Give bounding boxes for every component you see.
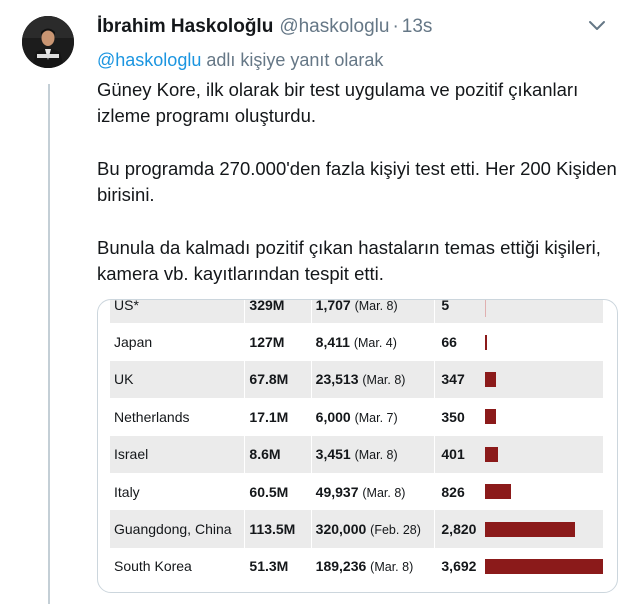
table-row: US* 329M 1,707 (Mar. 8) 5 [110, 299, 603, 324]
testing-table: US* 329M 1,707 (Mar. 8) 5 Japan 127M 8,411 (Ma… [110, 299, 603, 586]
per-million-cell: 5 [434, 300, 485, 324]
avatar-image [22, 16, 74, 68]
tests-value: 189,236 [315, 558, 367, 575]
tweet-text: Güney Kore, ilk olarak bir test uygulama… [97, 77, 622, 314]
test-date: (Feb. 28) [370, 523, 421, 538]
user-handle[interactable]: @haskologlu [279, 16, 389, 37]
per-million-bar [485, 484, 512, 500]
table-row: UK 67.8M 23,513 (Mar. 8) 347 [110, 360, 603, 399]
table-row: Netherlands 17.1M 6,000 (Mar. 7) 350 [110, 398, 603, 436]
per-million-cell: 3,692 [434, 547, 485, 586]
table-row: South Korea 51.3M 189,236 (Mar. 8) 3,692 [110, 547, 603, 586]
bar-cell [485, 300, 603, 324]
table-row: Italy 60.5M 49,937 (Mar. 8) 826 [110, 472, 603, 511]
tests-cell: 189,236 (Mar. 8) [310, 547, 435, 586]
test-date: (Mar. 8) [370, 560, 414, 575]
test-date: (Mar. 7) [354, 410, 398, 425]
test-date: (Mar. 8) [354, 299, 398, 313]
timestamp[interactable]: 13s [402, 16, 433, 37]
per-million-bar [485, 558, 603, 574]
tweet-paragraph: Bunula da kalmadı pozitif çıkan hastalar… [97, 237, 601, 284]
reply-context: @haskologlu adlı kişiye yanıt olarak [97, 50, 383, 71]
separator-dot: · [392, 16, 399, 37]
country-cell: South Korea [114, 558, 192, 575]
bar-cell [485, 360, 603, 399]
population-cell: 8.6M [244, 435, 312, 473]
tests-value: 320,000 [315, 521, 367, 538]
reply-context-text: adlı kişiye yanıt olarak [201, 50, 384, 70]
tests-cell: 320,000 (Feb. 28) [310, 510, 435, 548]
bar-cell [485, 548, 603, 585]
tweet-paragraph: Bu programda 270.000'den fazla kişiyi te… [97, 158, 617, 205]
per-million-cell: 66 [434, 323, 485, 361]
tests-cell: 8,411 (Mar. 4) [310, 323, 435, 361]
per-million-cell: 826 [434, 472, 485, 511]
country-cell: Netherlands [114, 408, 190, 425]
per-million-bar [485, 521, 576, 537]
bar-cell [485, 398, 603, 435]
tests-cell: 6,000 (Mar. 7) [310, 398, 435, 436]
tests-value: 8,411 [315, 334, 350, 351]
per-million-bar [485, 371, 497, 387]
bar-cell [485, 510, 603, 548]
tests-value: 1,707 [315, 299, 351, 313]
per-million-cell: 401 [434, 435, 485, 473]
per-million-cell: 2,820 [434, 510, 485, 548]
test-date: (Mar. 4) [353, 336, 397, 351]
tests-value: 23,513 [315, 371, 359, 388]
tests-cell: 49,937 (Mar. 8) [310, 472, 435, 511]
population-cell: 329M [244, 300, 312, 324]
test-date: (Mar. 8) [362, 485, 406, 500]
tests-value: 49,937 [315, 483, 359, 500]
population-cell: 113.5M [244, 510, 312, 548]
chevron-down-icon[interactable] [585, 14, 609, 38]
avatar[interactable] [22, 16, 74, 68]
population-cell: 67.8M [244, 360, 312, 399]
thread-line [48, 84, 50, 604]
tweet-header: İbrahim Haskoloğlu @haskologlu · 13s [97, 16, 623, 42]
test-date: (Mar. 8) [354, 448, 398, 463]
per-million-bar [485, 409, 497, 425]
population-cell: 17.1M [244, 398, 312, 436]
country-cell: US* [110, 300, 245, 324]
country-cell: UK [110, 360, 245, 399]
table-row: Japan 127M 8,411 (Mar. 4) 66 [110, 323, 603, 361]
tests-cell: 23,513 (Mar. 8) [310, 360, 435, 399]
tests-value: 3,451 [315, 446, 351, 463]
per-million-bar [485, 300, 486, 317]
tests-cell: 1,707 (Mar. 8) [310, 299, 435, 324]
country-cell: Israel [110, 435, 245, 473]
bar-cell [485, 435, 603, 473]
tests-cell: 3,451 (Mar. 8) [310, 435, 435, 473]
tweet-paragraph: Güney Kore, ilk olarak bir test uygulama… [97, 79, 579, 126]
table-row: Israel 8.6M 3,451 (Mar. 8) 401 [110, 435, 603, 473]
per-million-bar [485, 334, 487, 350]
population-cell: 60.5M [244, 472, 312, 511]
country-cell: Italy [114, 483, 140, 500]
country-cell: Japan [114, 334, 153, 351]
display-name[interactable]: İbrahim Haskoloğlu [97, 16, 273, 37]
per-million-cell: 350 [434, 398, 485, 436]
tests-value: 6,000 [315, 408, 351, 425]
country-cell: Guangdong, China [110, 510, 245, 548]
test-date: (Mar. 8) [362, 373, 406, 388]
per-million-cell: 347 [434, 360, 485, 399]
bar-cell [485, 323, 603, 360]
reply-to-link[interactable]: @haskologlu [97, 50, 201, 70]
table-row: Guangdong, China 113.5M 320,000 (Feb. 28) 2… [110, 510, 603, 548]
per-million-bar [485, 446, 498, 462]
population-cell: 51.3M [244, 547, 312, 586]
bar-cell [485, 473, 603, 510]
tweet-media-image[interactable]: US* 329M 1,707 (Mar. 8) 5 Japan 127M 8,411 (Ma… [97, 299, 618, 593]
population-cell: 127M [244, 323, 312, 361]
